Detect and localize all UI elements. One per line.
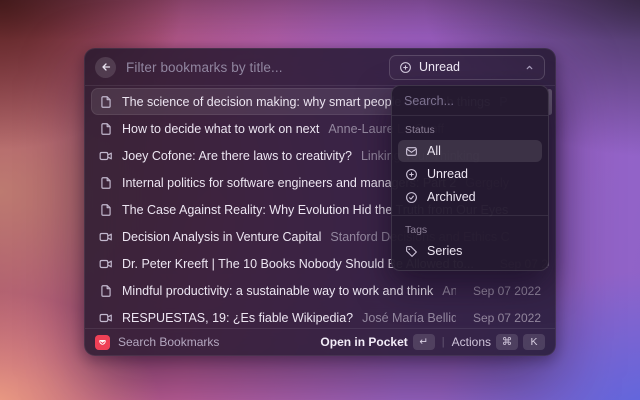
dropdown-section-status: Status [405, 124, 535, 136]
article-icon [99, 284, 113, 298]
dropdown-item-label: Unread [427, 167, 468, 181]
footer-bar: Search Bookmarks Open in Pocket ↵ | Acti… [85, 328, 555, 355]
footer-app-name: Search Bookmarks [118, 335, 312, 349]
search-bookmarks-window: Filter bookmarks by title... Unread The … [84, 48, 556, 356]
bookmark-title: Joey Cofone: Are there laws to creativit… [122, 149, 352, 163]
back-button[interactable] [95, 57, 116, 78]
bookmark-date: Sep 07 2022 [465, 284, 541, 298]
bookmark-date: Sep 07 2022 [465, 311, 541, 325]
divider: | [442, 336, 445, 348]
top-bar: Filter bookmarks by title... Unread [85, 49, 555, 85]
status-filter-value: Unread [419, 60, 517, 74]
actions-button[interactable]: Actions [452, 335, 491, 349]
dropdown-item-unread[interactable]: Unread [398, 163, 542, 185]
dropdown-item-series[interactable]: Series [398, 240, 542, 262]
dropdown-item-label: Series [427, 244, 462, 258]
divider [392, 215, 548, 216]
article-icon [99, 176, 113, 190]
envelope-icon [405, 145, 418, 158]
dropdown-search-input[interactable]: Search... [392, 86, 548, 115]
circle-check-icon [405, 191, 418, 204]
video-icon [99, 311, 113, 325]
circle-plus-icon [405, 168, 418, 181]
article-icon [99, 203, 113, 217]
status-filter-dropdown-button[interactable]: Unread [389, 55, 545, 80]
pocket-logo-icon [95, 335, 110, 350]
bookmark-title: How to decide what to work on next [122, 122, 319, 136]
tag-icon [405, 245, 418, 258]
chevron-up-icon [524, 62, 535, 73]
bookmark-title: RESPUESTAS, 19: ¿Es fiable Wikipedia? [122, 311, 353, 325]
open-in-pocket-button[interactable]: Open in Pocket [320, 335, 407, 349]
dropdown-item-label: Archived [427, 190, 476, 204]
article-icon [99, 95, 113, 109]
bookmark-subtitle: Anne-Laure Le Cunff [442, 284, 456, 298]
k-key-icon[interactable]: K [523, 334, 545, 350]
bookmark-row[interactable]: RESPUESTAS, 19: ¿Es fiable Wikipedia? Jo… [91, 304, 549, 331]
divider [392, 115, 548, 116]
article-icon [99, 122, 113, 136]
bookmark-title: Decision Analysis in Venture Capital [122, 230, 321, 244]
dropdown-item-all[interactable]: All [398, 140, 542, 162]
video-icon [99, 230, 113, 244]
return-key-icon[interactable]: ↵ [413, 334, 435, 350]
command-key-icon[interactable]: ⌘ [496, 334, 518, 350]
circle-plus-icon [399, 61, 412, 74]
arrow-left-icon [100, 61, 112, 73]
footer-actions: Open in Pocket ↵ | Actions ⌘ K [320, 334, 545, 350]
filter-input[interactable]: Filter bookmarks by title... [126, 60, 379, 75]
status-filter-dropdown: Search... Status All Unread Archived Tag… [391, 85, 549, 271]
dropdown-item-label: All [427, 144, 441, 158]
dropdown-section-tags: Tags [405, 224, 535, 236]
bookmark-title: Mindful productivity: a sustainable way … [122, 284, 433, 298]
video-icon [99, 257, 113, 271]
bookmark-subtitle: José María Bellido Morillas [362, 311, 456, 325]
video-icon [99, 149, 113, 163]
dropdown-item-archived[interactable]: Archived [398, 186, 542, 208]
bookmark-row[interactable]: Mindful productivity: a sustainable way … [91, 277, 549, 304]
